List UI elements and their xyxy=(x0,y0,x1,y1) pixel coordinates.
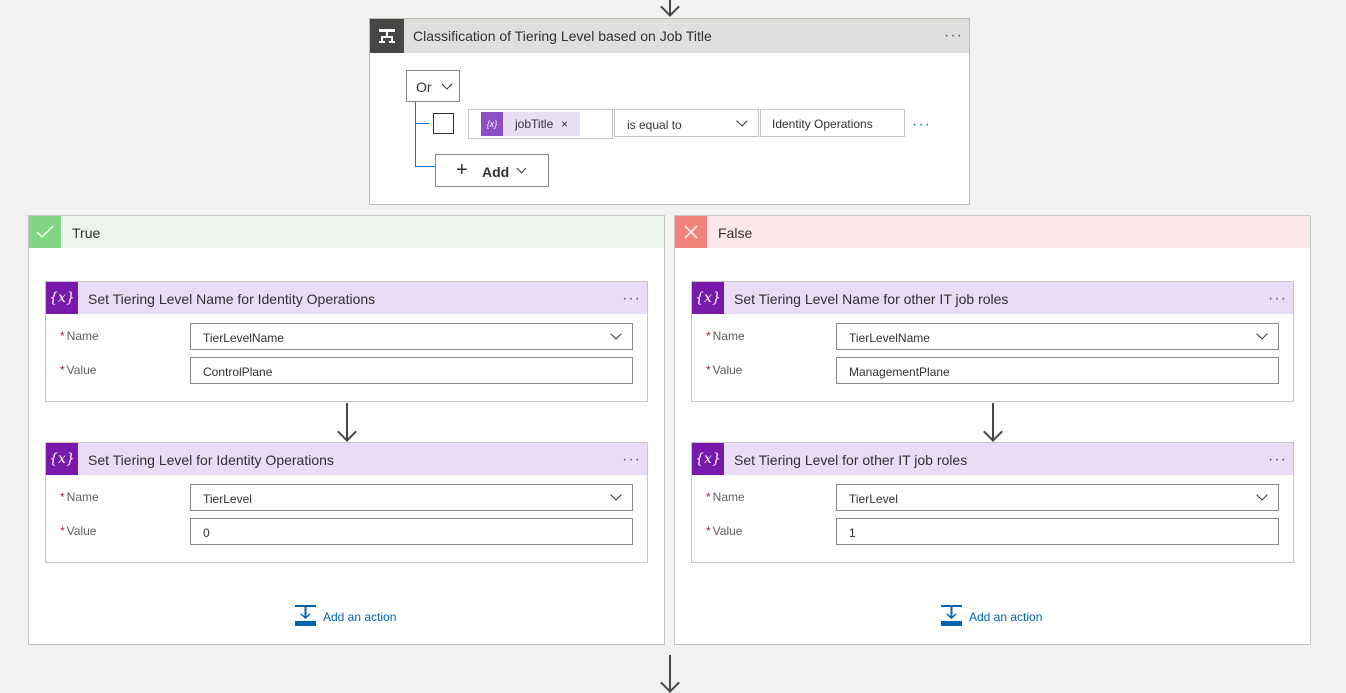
variable-icon: {x} xyxy=(692,282,724,314)
value-label: * Value xyxy=(60,524,97,538)
flow-arrow xyxy=(983,403,1003,442)
true-branch-header[interactable]: True xyxy=(29,216,664,248)
condition-left-operand[interactable]: {x} jobTitle × xyxy=(468,109,613,139)
group-operator-label: Or xyxy=(416,79,432,95)
add-action-icon xyxy=(295,605,316,626)
set-variable-card: {x} Set Tiering Level for Identity Opera… xyxy=(45,442,648,563)
condition-card: Classification of Tiering Level based on… xyxy=(369,18,970,205)
chevron-down-icon xyxy=(1256,489,1268,501)
chevron-down-icon xyxy=(516,163,527,174)
name-value: TierLevel xyxy=(849,492,898,506)
chevron-down-icon xyxy=(441,78,453,90)
chevron-down-icon xyxy=(610,489,622,501)
name-value: TierLevel xyxy=(203,492,252,506)
name-dropdown[interactable]: TierLevel xyxy=(836,484,1279,511)
set-variable-card: {x} Set Tiering Level Name for Identity … xyxy=(45,281,648,402)
variable-icon: {x} xyxy=(46,443,78,475)
condition-right-operand[interactable]: Identity Operations xyxy=(760,109,905,137)
name-label: * Name xyxy=(706,329,745,343)
add-action-label: Add an action xyxy=(969,610,1043,624)
true-branch-title: True xyxy=(72,225,101,241)
card-more-icon[interactable]: ··· xyxy=(622,291,641,307)
operator-label: is equal to xyxy=(627,118,682,132)
card-header[interactable]: {x} Set Tiering Level for Identity Opera… xyxy=(46,443,647,475)
tree-connector xyxy=(415,166,435,167)
card-title: Set Tiering Level for other IT job roles xyxy=(734,452,968,468)
set-variable-card: {x} Set Tiering Level for other IT job r… xyxy=(691,442,1294,563)
false-branch: False {x} Set Tiering Level Name for oth… xyxy=(674,215,1311,645)
variable-icon: {x} xyxy=(46,282,78,314)
name-value: TierLevelName xyxy=(203,331,284,345)
card-more-icon[interactable]: ··· xyxy=(1268,452,1287,468)
checkmark-icon xyxy=(29,216,61,248)
condition-title: Classification of Tiering Level based on… xyxy=(413,28,712,44)
value-input[interactable]: 1 xyxy=(836,518,1279,545)
flow-arrow-top xyxy=(660,0,680,18)
true-branch: True {x} Set Tiering Level Name for Iden… xyxy=(28,215,665,645)
row-select-checkbox[interactable] xyxy=(433,113,454,134)
close-icon[interactable]: × xyxy=(561,117,568,131)
group-operator-dropdown[interactable]: Or xyxy=(406,70,460,102)
name-label: * Name xyxy=(60,329,99,343)
name-dropdown[interactable]: TierLevel xyxy=(190,484,633,511)
tree-connector xyxy=(415,102,416,166)
name-dropdown[interactable]: TierLevelName xyxy=(836,323,1279,350)
name-dropdown[interactable]: TierLevelName xyxy=(190,323,633,350)
card-title: Set Tiering Level for Identity Operation… xyxy=(88,452,334,468)
value-input[interactable]: ManagementPlane xyxy=(836,357,1279,384)
condition-icon xyxy=(370,19,404,53)
card-header[interactable]: {x} Set Tiering Level Name for Identity … xyxy=(46,282,647,314)
chevron-down-icon xyxy=(1256,328,1268,340)
card-more-icon[interactable]: ··· xyxy=(622,452,641,468)
add-action-label: Add an action xyxy=(323,610,397,624)
flow-arrow-bottom xyxy=(660,655,680,693)
add-action-icon xyxy=(941,605,962,626)
set-variable-card: {x} Set Tiering Level Name for other IT … xyxy=(691,281,1294,402)
flow-arrow xyxy=(337,403,357,442)
name-label: * Name xyxy=(706,490,745,504)
chevron-down-icon xyxy=(610,328,622,340)
card-title: Set Tiering Level Name for Identity Oper… xyxy=(88,291,376,307)
condition-header[interactable]: Classification of Tiering Level based on… xyxy=(370,19,969,53)
name-label: * Name xyxy=(60,490,99,504)
close-icon xyxy=(675,216,707,248)
operator-dropdown[interactable]: is equal to xyxy=(614,109,759,137)
token-label: jobTitle xyxy=(515,117,554,131)
false-branch-header[interactable]: False xyxy=(675,216,1310,248)
dynamic-content-token[interactable]: {x} jobTitle × xyxy=(481,112,580,136)
card-title: Set Tiering Level Name for other IT job … xyxy=(734,291,1009,307)
chevron-down-icon xyxy=(736,115,748,127)
value-input[interactable]: 0 xyxy=(190,518,633,545)
card-header[interactable]: {x} Set Tiering Level for other IT job r… xyxy=(692,443,1293,475)
value-label: * Value xyxy=(60,363,97,377)
name-value: TierLevelName xyxy=(849,331,930,345)
variable-icon: {x} xyxy=(692,443,724,475)
condition-more-icon[interactable]: ··· xyxy=(944,28,963,44)
false-branch-title: False xyxy=(718,225,753,241)
add-label: Add xyxy=(482,164,510,180)
card-header[interactable]: {x} Set Tiering Level Name for other IT … xyxy=(692,282,1293,314)
add-row-button[interactable]: + Add xyxy=(435,154,549,187)
plus-icon: + xyxy=(456,159,468,181)
card-more-icon[interactable]: ··· xyxy=(1268,291,1287,307)
value-label: * Value xyxy=(706,363,743,377)
row-more-icon[interactable]: ··· xyxy=(912,117,931,133)
value-input[interactable]: ControlPlane xyxy=(190,357,633,384)
variable-icon: {x} xyxy=(481,112,503,136)
value-label: * Value xyxy=(706,524,743,538)
tree-connector xyxy=(415,123,429,124)
